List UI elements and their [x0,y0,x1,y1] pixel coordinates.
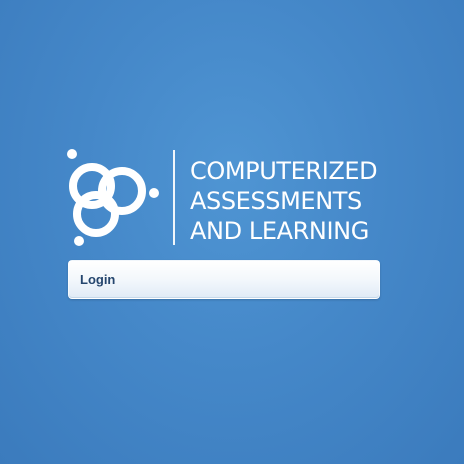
brand-name-line-2: ASSESSMENTS [190,187,362,215]
login-button[interactable]: Login [68,260,380,299]
login-label: Login [80,272,116,287]
brand-logo: COMPUTERIZED ASSESSMENTS AND LEARNING [66,146,386,248]
brand-name-line-1: COMPUTERIZED [190,157,378,185]
circles-cluster-logo-icon [66,146,162,248]
brand-name-line-3: AND LEARNING [190,217,369,245]
brand-name: COMPUTERIZED ASSESSMENTS AND LEARNING [190,156,382,246]
logo-divider [173,150,175,245]
